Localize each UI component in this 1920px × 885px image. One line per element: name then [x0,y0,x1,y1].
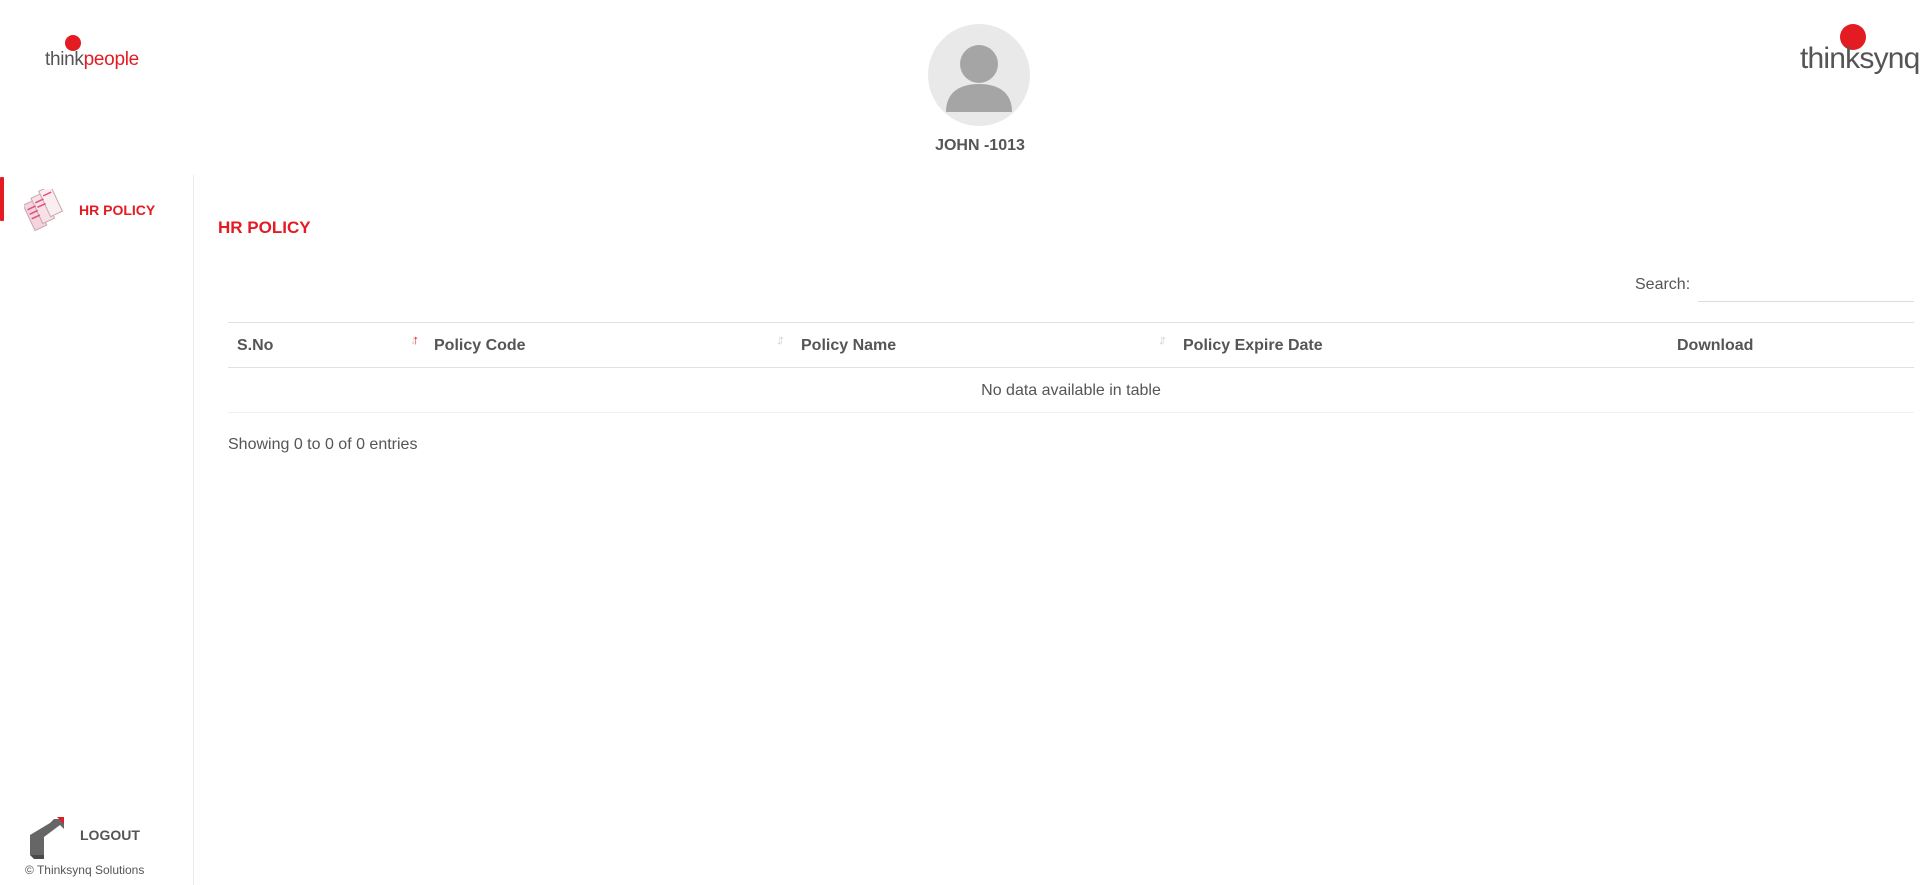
sidebar: HR POLICY LOGOUT © Thinksynq Solutions [0,175,194,885]
policy-documents-icon [22,185,64,235]
table-info: Showing 0 to 0 of 0 entries [228,436,418,453]
logout-arrow-icon [24,815,64,860]
logout-button[interactable]: LOGOUT [24,815,184,865]
column-header-policy-expire-date[interactable]: Policy Expire Date [1183,323,1323,368]
logout-label: LOGOUT [80,827,140,843]
sort-icon[interactable]: ↓↑ [1158,333,1166,346]
user-silhouette-icon [946,45,1012,112]
search-input[interactable] [1698,270,1914,302]
column-header-policy-name[interactable]: Policy Name [801,323,896,368]
policy-table: S.No ↓↑ Policy Code ↓↑ Policy Name ↓↑ Po… [228,322,1914,413]
search-label: Search: [1635,276,1691,293]
thinkpeople-logo: thinkpeople [45,35,155,75]
table-empty-row: No data available in table [228,368,1914,413]
user-name: JOHN -1013 [935,137,1025,154]
user-avatar[interactable] [928,24,1030,126]
sidebar-item-hr-policy[interactable]: HR POLICY [0,175,194,232]
logo-text: thinkpeople [45,49,139,71]
column-header-sno[interactable]: S.No [237,323,273,368]
active-indicator [0,177,4,221]
copyright-text: © Thinksynq Solutions [25,863,145,877]
logo-text-think: think [45,49,84,70]
column-label: Policy Code [434,337,526,354]
column-label: S.No [237,337,274,354]
column-header-policy-code[interactable]: Policy Code [434,323,526,368]
column-header-download: Download [1677,323,1753,368]
thinksynq-logo: thinksynq [1800,24,1920,79]
sort-ascending-icon[interactable]: ↓↑ [410,333,418,346]
sidebar-item-label: HR POLICY [79,202,156,218]
sort-icon[interactable]: ↓↑ [776,333,784,346]
column-label: Policy Name [801,337,897,354]
logo-text-people: people [83,49,140,70]
page-title: HR POLICY [218,218,311,237]
logo-text: thinksynq [1800,42,1920,75]
table-header: S.No ↓↑ Policy Code ↓↑ Policy Name ↓↑ Po… [228,322,1914,368]
column-label: Policy Expire Date [1183,337,1323,354]
column-label: Download [1677,337,1754,354]
